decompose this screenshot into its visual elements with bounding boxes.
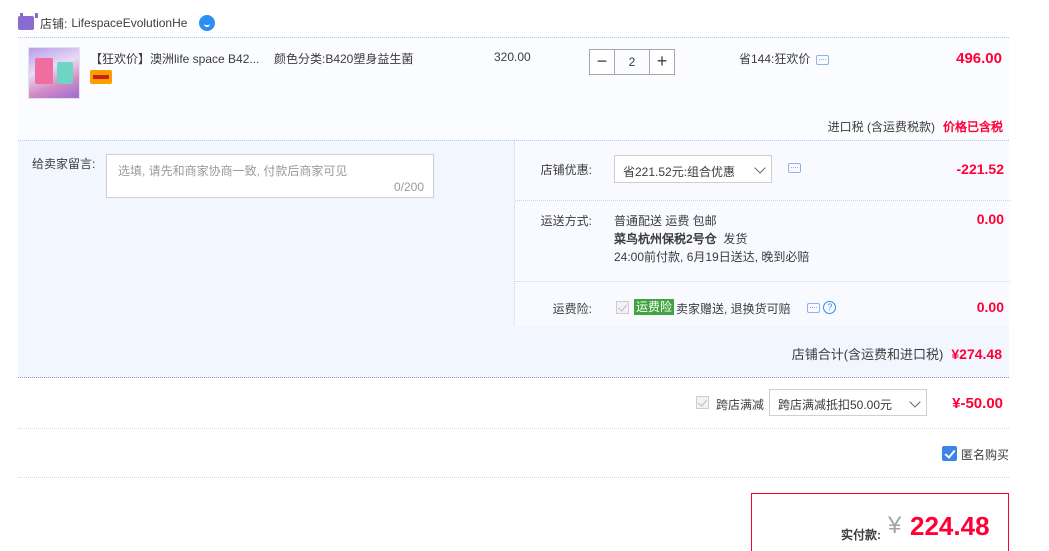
product-sku: 颜色分类:B420塑身益生菌	[274, 52, 414, 66]
shipping-origin: 菜鸟杭州保税2号仓 发货	[614, 230, 747, 247]
warehouse-suffix: 发货	[723, 232, 748, 246]
import-tax-row: 进口税 (含运费税款) 价格已含税	[18, 117, 1009, 139]
shop-header: 店铺: LifespaceEvolutionHe	[18, 12, 216, 34]
seller-message-placeholder: 选填, 请先和商家协商一致, 付款后商家可见	[118, 164, 348, 178]
freight-insurance-text: 卖家赠送, 退换货可赔	[676, 302, 791, 316]
cross-store-select[interactable]: 跨店满减抵扣50.00元	[769, 389, 927, 416]
import-tax-label: 进口税 (含运费税款)	[827, 120, 935, 134]
quantity-input[interactable]: 2	[615, 49, 649, 75]
cross-store-checkbox	[696, 396, 709, 409]
shop-total-label: 店铺合计(含运费和进口税)	[791, 347, 944, 362]
freight-insurance-checkbox	[616, 301, 629, 314]
product-thumbnail[interactable]	[28, 47, 80, 99]
shipping-amount: 0.00	[976, 211, 1004, 227]
import-tax-value: 价格已含税	[942, 120, 1003, 134]
payment-label: 实付款:	[841, 528, 881, 542]
chevron-down-icon	[909, 396, 921, 408]
order-options: 给卖家留言: 选填, 请先和商家协商一致, 付款后商家可见 0/200 店铺优惠…	[18, 140, 1010, 378]
shipping-label: 运送方式:	[540, 214, 592, 228]
shop-coupon-row: 店铺优惠: 省221.52元:组合优惠 -221.52	[515, 141, 1010, 201]
cross-store-selected: 跨店满减抵扣50.00元	[778, 398, 893, 412]
quantity-decrease-button[interactable]: −	[589, 49, 615, 75]
shipping-row: 运送方式: 普通配送 运费 包邮 菜鸟杭州保税2号仓 发货 24:00前付款, …	[515, 201, 1010, 282]
cross-store-amount: ¥-50.00	[952, 395, 1003, 412]
warehouse-name: 菜鸟杭州保税2号仓	[614, 232, 717, 246]
payment-summary: 实付款: ¥ 224.48	[751, 493, 1009, 551]
seller-message-counter: 0/200	[393, 180, 424, 194]
shop-label: 店铺:	[40, 16, 68, 31]
freight-insurance-badge: 运费险	[634, 299, 675, 315]
shop-total: 店铺合计(含运费和进口税) ¥274.48	[792, 344, 1002, 363]
shop-coupon-select[interactable]: 省221.52元:组合优惠	[614, 155, 772, 183]
product-title[interactable]: 【狂欢价】澳洲life space B42...	[90, 50, 259, 67]
shop-coupon-selected: 省221.52元:组合优惠	[623, 165, 736, 179]
item-total: 496.00	[956, 50, 1002, 67]
shop-coupon-label: 店铺优惠:	[540, 163, 592, 177]
currency-symbol: ¥	[888, 512, 902, 539]
item-saving: 省144:狂欢价	[739, 50, 830, 67]
comment-icon[interactable]	[816, 54, 830, 65]
shipping-eta: 24:00前付款, 6月19日送达, 晚到必赔	[614, 250, 810, 264]
anonymous-purchase-row: 匿名购买	[18, 430, 1009, 478]
shipping-method: 普通配送 运费 包邮	[614, 214, 717, 228]
seller-message-label: 给卖家留言:	[32, 157, 96, 171]
seller-message-input[interactable]: 选填, 请先和商家协商一致, 付款后商家可见 0/200	[106, 154, 434, 198]
promo-badge-icon	[90, 70, 112, 84]
help-icon[interactable]: ?	[823, 301, 837, 315]
shop-total-value: ¥274.48	[951, 346, 1002, 362]
chevron-down-icon	[754, 162, 766, 174]
payment-total: 224.48	[910, 511, 990, 541]
anonymous-purchase-checkbox[interactable]	[942, 446, 957, 461]
cross-store-discount-row: 跨店满减 跨店满减抵扣50.00元 ¥-50.00	[18, 379, 1009, 429]
quantity-increase-button[interactable]: +	[649, 49, 675, 75]
shop-icon	[18, 13, 38, 30]
comment-icon[interactable]	[788, 163, 801, 173]
freight-insurance-icons: ?	[807, 300, 837, 315]
quantity-stepper: − 2 +	[589, 49, 675, 75]
item-saving-text: 省144:狂欢价	[739, 52, 811, 66]
shop-coupon-amount: -221.52	[956, 161, 1004, 177]
freight-insurance-amount: 0.00	[976, 299, 1004, 315]
freight-insurance-row: 运费险: 运费险 卖家赠送, 退换货可赔 ? 0.00	[515, 282, 1010, 326]
anonymous-purchase-label[interactable]: 匿名购买	[961, 446, 1009, 463]
freight-insurance-label: 运费险:	[552, 302, 592, 316]
comment-icon[interactable]	[807, 302, 820, 313]
chat-seller-icon[interactable]	[199, 15, 216, 31]
order-details-panel: 店铺优惠: 省221.52元:组合优惠 -221.52 运送方式: 普通配送 运…	[514, 141, 1010, 326]
unit-price: 320.00	[494, 50, 531, 64]
cross-store-label: 跨店满减	[716, 398, 765, 412]
shop-name-link[interactable]: LifespaceEvolutionHe	[71, 16, 187, 30]
